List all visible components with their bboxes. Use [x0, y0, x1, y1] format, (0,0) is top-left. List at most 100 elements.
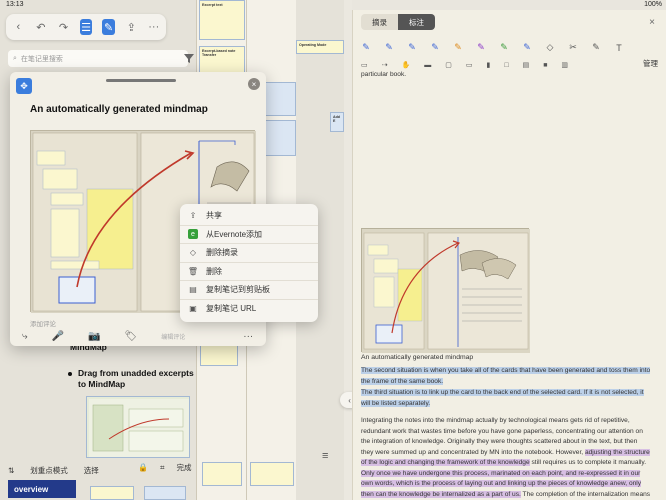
frame-icon[interactable]: ▢ [445, 61, 452, 69]
lock-icon[interactable]: 🔒 [138, 463, 148, 472]
menu-item-share[interactable]: ⇪ 共享 [180, 207, 318, 226]
mode-bar-right: 🔒 ⌗ 完成 [138, 462, 191, 473]
doc-paragraph-3[interactable]: Integrating the notes into the mindmap a… [361, 416, 651, 500]
menu-item-delete-excerpt[interactable]: ◇ 删除摘录 [180, 244, 318, 263]
redo-icon[interactable]: ↷ [57, 19, 70, 35]
mindmap-node[interactable]: Drag from unadded excerpts to MindMap [78, 368, 196, 390]
more-icon[interactable]: ··· [147, 19, 160, 35]
hand-icon[interactable]: ✋ [402, 61, 411, 69]
pen-blue-icon[interactable]: ✎ [361, 39, 371, 53]
drag-handle[interactable] [106, 79, 176, 82]
mindmap-card[interactable] [90, 486, 134, 500]
filter-icon[interactable] [183, 52, 195, 64]
link-icon: ▣ [189, 304, 197, 314]
bullet-icon [68, 372, 72, 376]
card-action-bar: ⤷ 🎤 📷 🏷 编辑评论 ··· [10, 326, 266, 346]
mindmap-canvas[interactable]: 13:13 Excerpt text Excerpt-based note Tr… [0, 0, 344, 500]
sort-icon[interactable]: ⇅ [8, 466, 14, 475]
highlighter-purple-icon[interactable]: ✎ [476, 39, 486, 53]
mindmap-card[interactable]: Add E [330, 112, 344, 132]
columns-icon[interactable]: ▥ [561, 61, 568, 69]
thumbnail-image [89, 399, 189, 457]
overview-button[interactable]: overview [8, 480, 76, 498]
status-time: 13:13 [6, 1, 24, 8]
manage-button[interactable]: 管理 [643, 58, 658, 69]
mindmap-card[interactable]: Operating Mode [296, 40, 344, 54]
mindmap-card[interactable] [250, 462, 294, 486]
eraser-icon[interactable]: ◇ [545, 39, 555, 53]
mindmap-card[interactable] [200, 344, 238, 366]
tag-icon[interactable]: 🏷 [125, 331, 138, 342]
pen-blue-icon[interactable]: ✎ [522, 39, 532, 53]
highlight-rect-icon[interactable]: ▬ [424, 62, 431, 69]
eraser-icon: ◇ [189, 248, 197, 258]
evernote-icon: e [188, 229, 198, 240]
highlighter-orange-icon[interactable]: ✎ [453, 39, 463, 53]
more-icon[interactable]: ··· [243, 331, 253, 342]
rect-icon[interactable]: ▭ [361, 61, 368, 69]
card-text: Operating Mode [299, 43, 327, 47]
document-pane: 摘录 标注 × ✎ ✎ ✎ ✎ ✎ ✎ ✎ ✎ ◇ ✂ ✎ T ▭ ⇢ ✋ ▬ … [352, 10, 666, 500]
figure-caption: An automatically generated mindmap [361, 354, 474, 361]
mode-segmented-control: 摘录 标注 [361, 14, 435, 30]
menu-item-copy-url[interactable]: ▣ 复制笔记 URL [180, 300, 318, 319]
lasso-icon[interactable]: ✂ [568, 39, 578, 53]
tab-excerpt[interactable]: 摘录 [361, 14, 398, 30]
square-icon[interactable]: □ [504, 62, 508, 69]
share-icon[interactable]: ⇪ [125, 19, 138, 35]
pen-grey-icon[interactable]: ✎ [591, 39, 601, 53]
list-icon[interactable]: ≡ [322, 450, 328, 462]
rect-fill-icon[interactable]: ▮ [486, 61, 490, 69]
text-tool-icon[interactable]: T [614, 39, 624, 53]
menu-item-delete[interactable]: 🗑 删除 [180, 263, 318, 281]
menu-item-label: 删除 [206, 266, 222, 276]
close-icon[interactable]: × [646, 16, 658, 28]
highlighter-blue-icon[interactable]: ✎ [430, 39, 440, 53]
card-text: Excerpt text [202, 3, 223, 7]
search-input[interactable]: 在笔记里搜索 [21, 54, 63, 64]
list-icon[interactable]: ☰ [79, 19, 93, 35]
mindmap-card[interactable] [202, 462, 242, 486]
doc-paragraph-1[interactable]: The second situation is when you take al… [361, 366, 651, 387]
search-icon: ⌕ [13, 54, 17, 62]
mindmap-icon[interactable]: ✥ [16, 78, 32, 94]
box-icon[interactable]: ▭ [466, 61, 473, 69]
document-figure[interactable] [361, 228, 530, 353]
close-icon[interactable]: × [248, 78, 260, 90]
pen-blue-icon[interactable]: ✎ [407, 39, 417, 53]
arrow-icon[interactable]: ⇢ [382, 61, 388, 69]
edit-icon[interactable]: ✎ [102, 19, 115, 35]
black-rect-icon[interactable]: ■ [543, 62, 547, 69]
paragraph-text: still requires us to complete it manuall… [531, 459, 647, 466]
trash-icon: 🗑 [187, 266, 199, 276]
focus-mode-button[interactable]: 划重点模式 [30, 465, 68, 476]
done-button[interactable]: 完成 [176, 462, 191, 473]
pen-blue-icon[interactable]: ✎ [384, 39, 394, 53]
edit-comment-label[interactable]: 编辑评论 [161, 332, 185, 341]
menu-item-label: 复制笔记 URL [206, 304, 257, 314]
microphone-icon[interactable]: 🎤 [52, 331, 64, 342]
camera-icon[interactable]: 📷 [88, 331, 100, 342]
mindmap-card[interactable] [144, 486, 186, 500]
menu-item-label: 删除摘录 [206, 248, 238, 258]
link-icon[interactable]: ⤷ [22, 331, 28, 342]
figure-image [362, 229, 530, 353]
note-search[interactable]: ⌕ 在笔记里搜索 [8, 50, 188, 67]
mindmap-card[interactable]: Excerpt text [199, 0, 245, 40]
tab-annotate[interactable]: 标注 [398, 14, 435, 30]
menu-item-label: 共享 [206, 211, 222, 221]
menu-item-copy-clipboard[interactable]: ▤ 复制笔记到剪贴板 [180, 281, 318, 300]
format-icon[interactable]: ⌗ [160, 463, 165, 473]
menu-item-evernote[interactable]: e 从Evernote添加 [180, 226, 318, 244]
back-icon[interactable]: ‹ [12, 19, 25, 35]
doc-paragraph-2[interactable]: The third situation is to link up the ca… [361, 388, 651, 409]
mindmap-image-card[interactable] [86, 396, 190, 458]
pen-green-icon[interactable]: ✎ [499, 39, 509, 53]
undo-icon[interactable]: ↶ [35, 19, 48, 35]
layout-icon[interactable]: ▤ [523, 61, 530, 69]
doc-intro-text: particular book. [361, 71, 407, 78]
split-divider[interactable] [344, 0, 352, 500]
highlighted-text[interactable]: The second situation is when you take al… [361, 367, 651, 385]
select-button[interactable]: 选择 [84, 465, 99, 476]
highlighted-text[interactable]: The third situation is to link up the ca… [361, 389, 644, 407]
